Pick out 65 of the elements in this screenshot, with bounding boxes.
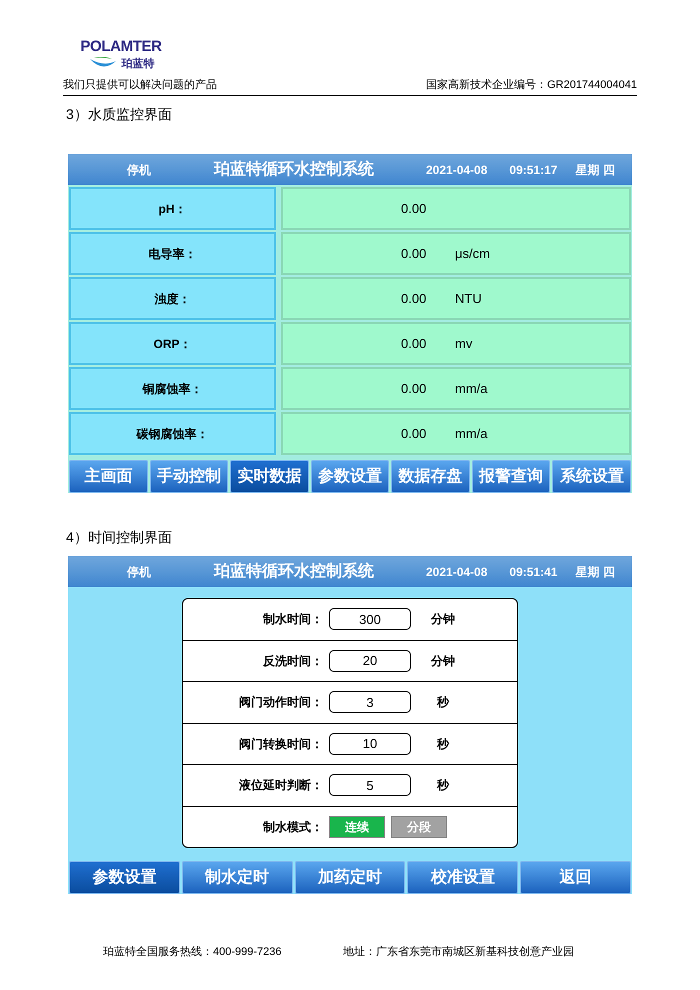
weekday-text: 星期 四 — [575, 162, 615, 178]
system-title: 珀蓝特循环水控制系统 — [214, 159, 375, 180]
reading-value: 0.00 — [401, 290, 428, 308]
machine-status: 停机 — [126, 564, 152, 580]
section-heading: 4）时间控制界面 — [66, 528, 173, 547]
reading-value: 0.00 — [401, 424, 428, 443]
nav-tab[interactable]: 参数设置 — [310, 460, 390, 493]
reading-label: 电导率： — [69, 232, 276, 275]
reading-unit: mm/a — [455, 380, 488, 398]
reading-value: 0.00 — [401, 380, 428, 398]
reading-unit: μs/cm — [455, 244, 490, 263]
logo-chinese-name: 珀蓝特 — [122, 56, 154, 72]
reading-label: 浊度： — [69, 277, 276, 320]
setting-input[interactable]: 5 — [329, 774, 411, 796]
date-text: 2021-04-08 — [426, 564, 488, 580]
certificate-number: 国家高新技术企业编号：GR201744004041 — [426, 78, 637, 92]
nav-tab[interactable]: 实时数据 — [230, 460, 309, 493]
reading-unit: mm/a — [455, 424, 488, 443]
nav-tab[interactable]: 手动控制 — [150, 460, 228, 493]
weekday-text: 星期 四 — [575, 564, 615, 580]
nav-tab[interactable]: 参数设置 — [69, 861, 180, 894]
system-title: 珀蓝特循环水控制系统 — [214, 561, 375, 582]
nav-tab[interactable]: 返回 — [520, 861, 631, 894]
setting-unit: 秒 — [436, 777, 450, 794]
slogan-text: 我们只提供可以解决问题的产品 — [63, 78, 217, 92]
hotline-text: 珀蓝特全国服务热线：400-999-7236 — [103, 945, 283, 960]
reading-value: 0.00 — [401, 334, 428, 353]
mode-button[interactable]: 分段 — [391, 816, 447, 838]
logo-wordmark: POLAMTER — [80, 38, 162, 56]
mode-button[interactable]: 连续 — [329, 816, 385, 838]
nav-tab[interactable]: 加药定时 — [294, 861, 406, 894]
reading-value: 0.00 — [401, 200, 428, 218]
setting-input[interactable]: 300 — [329, 608, 411, 630]
reading-label: 铜腐蚀率： — [69, 367, 276, 410]
reading-value: 0.00 — [401, 244, 428, 263]
setting-input[interactable]: 20 — [329, 650, 411, 672]
nav-tab[interactable]: 数据存盘 — [391, 460, 470, 493]
date-text: 2021-04-08 — [426, 162, 488, 178]
reading-label: ORP： — [69, 322, 276, 365]
nav-tab[interactable]: 制水定时 — [182, 861, 293, 894]
setting-label: 阀门动作时间： — [238, 694, 323, 712]
setting-label: 制水模式： — [262, 818, 323, 836]
setting-label: 反洗时间： — [262, 652, 323, 670]
setting-label: 液位延时判断： — [238, 777, 323, 794]
setting-input[interactable]: 10 — [329, 732, 411, 755]
reading-label: 碳钢腐蚀率： — [69, 412, 276, 455]
nav-tab[interactable]: 校准设置 — [407, 861, 518, 894]
reading-unit: mv — [455, 334, 472, 353]
nav-tab[interactable]: 主画面 — [69, 460, 148, 493]
time-text: 09:51:17 — [509, 162, 558, 178]
setting-unit: 分钟 — [430, 652, 456, 670]
address-text: 地址：广东省东莞市南城区新基科技创意产业园 — [343, 944, 574, 960]
setting-input[interactable]: 3 — [329, 691, 411, 714]
setting-label: 阀门转换时间： — [238, 736, 323, 753]
setting-unit: 秒 — [436, 694, 450, 712]
reading-unit: NTU — [455, 290, 482, 308]
nav-tab[interactable]: 报警查询 — [472, 460, 550, 493]
setting-label: 制水时间： — [262, 611, 323, 628]
reading-label: pH： — [69, 187, 276, 230]
nav-tab[interactable]: 系统设置 — [552, 460, 632, 493]
setting-unit: 秒 — [436, 736, 450, 753]
setting-unit: 分钟 — [430, 611, 456, 628]
section-heading: 3）水质监控界面 — [66, 105, 173, 124]
time-text: 09:51:41 — [509, 564, 558, 580]
machine-status: 停机 — [126, 162, 152, 178]
